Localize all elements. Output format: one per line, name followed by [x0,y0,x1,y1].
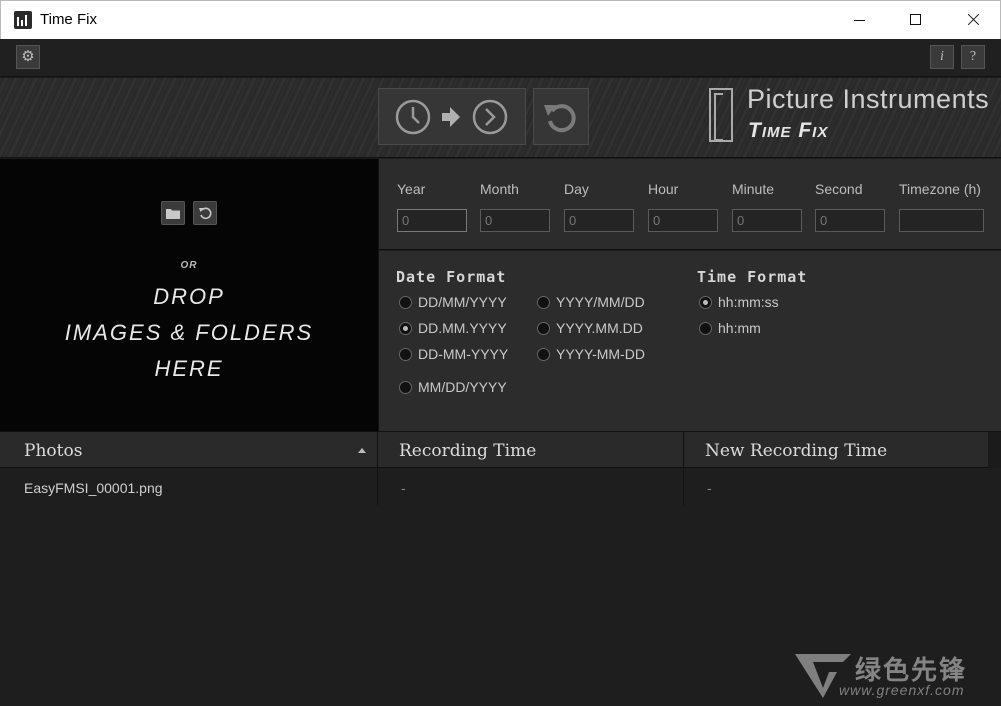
drop-text-line1: DROP [153,284,225,309]
hour-input[interactable]: 0 [648,209,718,232]
timezone-input[interactable] [899,209,984,232]
year-input[interactable]: 0 [397,209,467,232]
maximize-icon [910,14,921,25]
column-header-new-recording-time[interactable]: New Recording Time [683,432,988,468]
column-header-photos[interactable]: Photos [0,432,376,468]
radio-icon [399,296,412,309]
cell-new-recording-time: - [683,469,988,505]
apply-time-fix-button[interactable] [378,88,526,145]
year-label: Year [397,181,426,197]
toolbar: ⚙ i ? [0,39,1001,77]
drop-zone[interactable]: OR DROP IMAGES & FOLDERS HERE [0,159,378,431]
window-title: Time Fix [40,11,97,28]
radio-icon [537,322,550,335]
column-header-recording-time[interactable]: Recording Time [377,432,682,468]
close-button[interactable] [950,1,996,39]
refresh-icon [199,207,212,220]
date-format-title: Date Format [396,268,507,286]
settings-button[interactable]: ⚙ [16,45,40,69]
refresh-button[interactable] [193,201,217,225]
app-icon [14,11,32,29]
time-offset-panel: Year Month Day Hour Minute Second Timezo… [378,159,1001,250]
reset-button[interactable] [533,88,589,145]
help-button[interactable]: ? [961,45,985,69]
reset-icon [544,104,576,133]
gear-icon: ⚙ [21,48,35,65]
clock-arrow-clock-icon [395,99,508,135]
open-folder-button[interactable] [161,201,185,225]
sort-ascending-icon [358,448,366,453]
time-format-title: Time Format [697,268,808,286]
day-label: Day [564,181,589,197]
table-header: Photos Recording Time New Recording Time [0,431,1001,468]
radio-icon [399,348,412,361]
month-label: Month [480,181,519,197]
scrollbar-corner [988,432,1001,468]
day-input[interactable]: 0 [564,209,634,232]
timezone-label: Timezone (h) [899,181,981,197]
radio-icon [699,322,712,335]
format-panel: Date Format Time Format DD/MM/YYYY YYYY/… [378,251,1001,431]
drop-or-text: OR [180,260,198,271]
window-title-bar: Time Fix [0,0,1001,39]
radio-icon [399,322,412,335]
info-button[interactable]: i [930,45,954,69]
month-input[interactable]: 0 [480,209,550,232]
header-banner: Picture Instruments Time Fix [0,78,1001,158]
drop-text-line3: HERE [154,356,224,381]
brand-logo [709,88,733,142]
minute-label: Minute [732,181,775,197]
maximize-button[interactable] [892,1,938,39]
second-input[interactable]: 0 [815,209,885,232]
table-row[interactable]: EasyFMSI_00001.png - - [0,469,988,505]
cell-photo: EasyFMSI_00001.png [24,480,163,496]
drop-text-line2: IMAGES & FOLDERS [64,320,314,345]
second-label: Second [815,181,863,197]
radio-icon [537,296,550,309]
minimize-icon [854,20,865,21]
minute-input[interactable]: 0 [732,209,802,232]
minimize-button[interactable] [836,1,882,39]
watermark: 绿色先锋 www.greenxf.com [793,650,993,702]
product-name: Time Fix [748,119,829,142]
folder-icon [166,209,180,219]
hour-label: Hour [648,181,679,197]
radio-icon [699,296,712,309]
radio-icon [399,381,412,394]
watermark-url: www.greenxf.com [839,682,965,698]
radio-icon [537,348,550,361]
cell-recording-time: - [377,469,682,505]
brand-name: Picture Instruments [747,84,990,114]
